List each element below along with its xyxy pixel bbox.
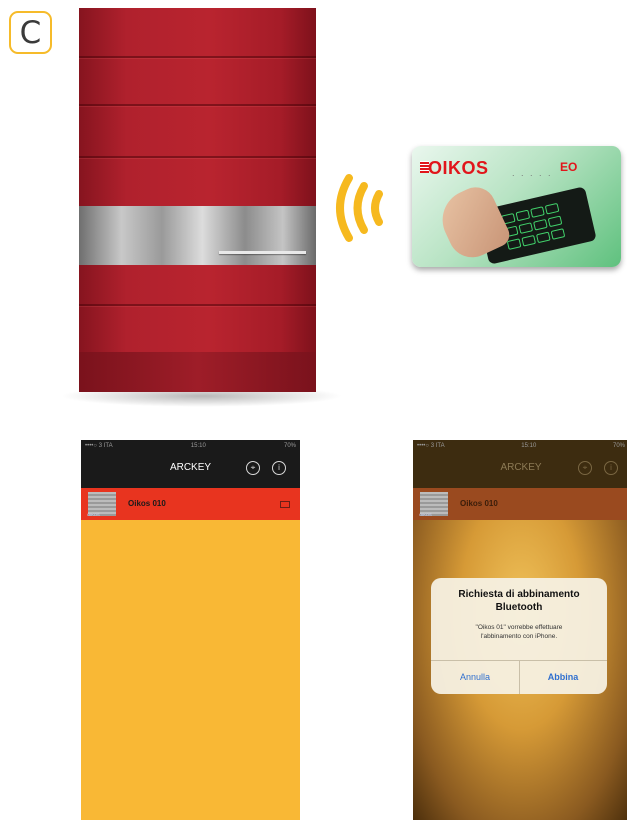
alert-title: Richiesta di abbinamento Bluetooth (431, 588, 607, 614)
device-list-item[interactable]: OIKOS Oikos 010 (81, 488, 300, 520)
cancel-button[interactable]: Annulla (431, 660, 519, 694)
status-time: 15:10 (521, 443, 537, 449)
status-battery: 70% (612, 443, 625, 449)
device-thumbnail-label: OIKOS (419, 512, 432, 517)
device-list-item: OIKOS Oikos 010 (413, 488, 627, 520)
status-battery: 70% (283, 443, 296, 449)
card-dots: . . . . . (512, 168, 553, 178)
tools-icon: ⌖ (578, 461, 592, 475)
info-icon: i (604, 461, 618, 475)
oikos-keycard-image: OIKOS . . . . . EO (412, 146, 621, 267)
status-time: 15:10 (190, 443, 206, 449)
section-badge-letter: C (19, 14, 42, 51)
alert-message-line1: "Oikos 01" vorrebbe effettuare (475, 624, 563, 631)
alert-message-line2: l'abbinamento con iPhone. (480, 633, 558, 640)
door-handle (219, 251, 306, 254)
device-name: Oikos 010 (128, 499, 166, 508)
device-name: Oikos 010 (460, 499, 498, 508)
door-panel-seam (79, 156, 316, 158)
device-thumbnail-label: OIKOS (87, 512, 100, 517)
red-door-image (79, 8, 316, 392)
status-bar: ••••○ 3 ITA 15:10 70% (413, 440, 627, 452)
info-icon[interactable]: i (272, 461, 286, 475)
alert-title-line1: Richiesta di abbinamento (458, 589, 580, 600)
wireless-signal-icon (336, 174, 383, 242)
battery-icon (280, 501, 290, 508)
alert-title-line2: Bluetooth (495, 602, 543, 613)
door-steel-band (79, 206, 316, 265)
pair-button[interactable]: Abbina (519, 660, 607, 694)
tools-icon[interactable]: ⌖ (246, 461, 260, 475)
door-panel-seam (79, 56, 316, 58)
door-panel-seam (79, 304, 316, 306)
app-screen-pairing-alert: ••••○ 3 ITA 15:10 70% ARCKEY ⌖ i OIKOS O… (413, 440, 627, 820)
status-carrier: ••••○ 3 ITA (85, 443, 113, 449)
door-panel-seam (79, 104, 316, 106)
card-right-mark: EO (560, 160, 578, 174)
app-screen-device-list: ••••○ 3 ITA 15:10 70% ARCKEY ⌖ i OIKOS O… (81, 440, 300, 820)
app-title: ARCKEY (169, 462, 212, 473)
status-carrier: ••••○ 3 ITA (417, 443, 445, 449)
alert-message: "Oikos 01" vorrebbe effettuare l'abbinam… (441, 623, 597, 641)
keypad-graphic (500, 202, 566, 250)
nav-bar: ARCKEY ⌖ i (413, 452, 627, 488)
card-brand: OIKOS (428, 158, 489, 178)
section-badge: C (9, 11, 52, 54)
bluetooth-pairing-alert: Richiesta di abbinamento Bluetooth "Oiko… (431, 578, 607, 694)
nav-bar: ARCKEY ⌖ i (81, 452, 300, 488)
app-title: ARCKEY (500, 462, 542, 473)
door-plinth (79, 352, 316, 392)
status-bar: ••••○ 3 ITA 15:10 70% (81, 440, 300, 452)
